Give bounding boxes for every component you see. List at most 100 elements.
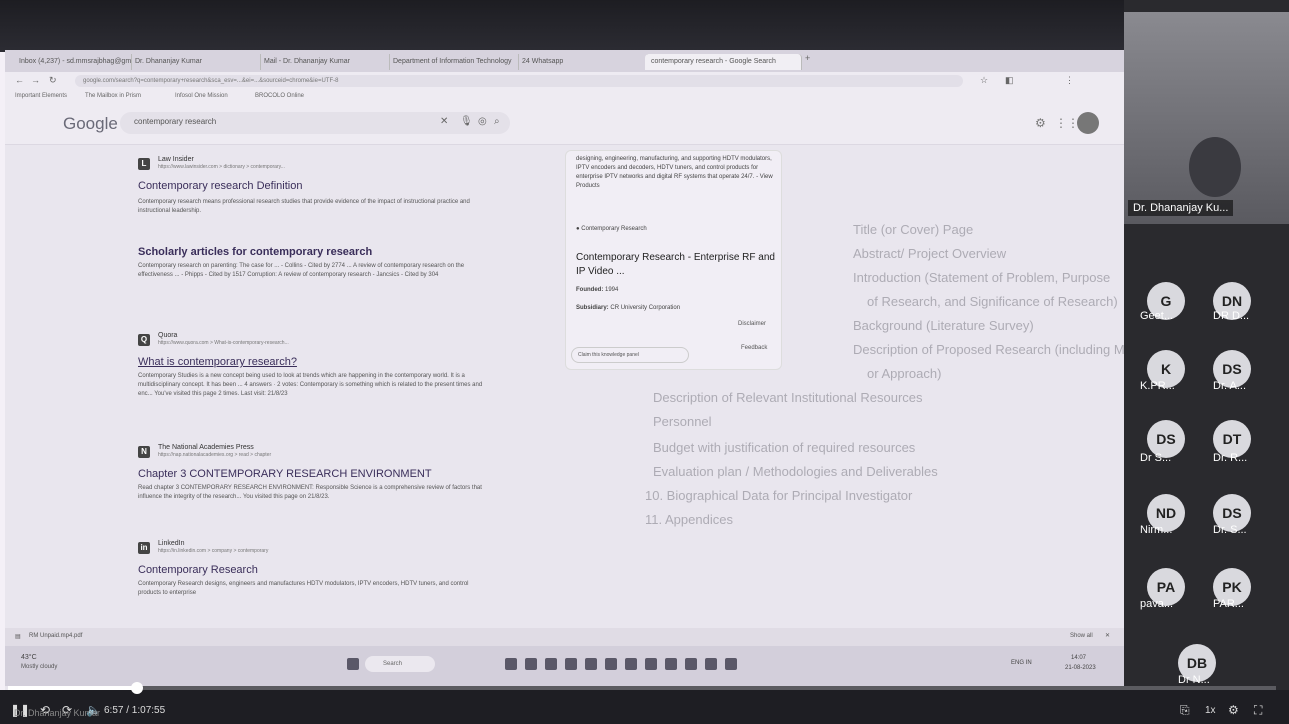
kp-claim-button[interactable]: Claim this knowledge panel: [571, 347, 689, 363]
top-frame: [0, 0, 1289, 52]
slide-line: Description of Proposed Research (includ…: [853, 342, 1125, 357]
slide-line: Title (or Cover) Page: [853, 222, 974, 237]
browser-tab[interactable]: Dr. Dhananjay Kumar: [129, 54, 261, 70]
kp-site[interactable]: ● Contemporary Research: [576, 226, 647, 232]
clear-icon[interactable]: ✕: [440, 116, 448, 127]
kp-disclaimer[interactable]: Disclaimer: [738, 321, 766, 327]
bookmark-item[interactable]: BROCOLO Online: [255, 93, 304, 99]
address-bar: ← → ↻ google.com/search?q=contemporary+r…: [5, 72, 1125, 90]
video-player-bar: [0, 690, 1289, 724]
search-query[interactable]: contemporary research: [134, 117, 216, 126]
account-avatar[interactable]: [1077, 112, 1099, 134]
kp-feedback[interactable]: Feedback: [741, 345, 767, 351]
browser-tab[interactable]: Mail - Dr. Dhananjay Kumar: [258, 54, 390, 70]
result-snippet: Contemporary Studies is a new concept be…: [138, 373, 483, 397]
url-field[interactable]: google.com/search?q=contemporary+researc…: [75, 75, 963, 87]
taskbar-app-icon[interactable]: [685, 658, 697, 670]
extensions-icon[interactable]: ◧: [1005, 75, 1014, 86]
slide-line: Background (Literature Survey): [853, 318, 1034, 333]
mic-icon[interactable]: 🎙: [460, 116, 473, 127]
result-title[interactable]: Chapter 3 CONTEMPORARY RESEARCH ENVIRONM…: [138, 468, 432, 480]
slide-line: Personnel: [653, 414, 712, 429]
law-insider-icon: L: [138, 158, 150, 170]
taskbar-app-icon[interactable]: [665, 658, 677, 670]
captions-icon[interactable]: ⎘: [1180, 703, 1190, 718]
download-file[interactable]: RM Unpaid.mp4.pdf: [29, 633, 82, 639]
participant-name: PAR...: [1213, 598, 1244, 610]
participant-name: Geet...: [1140, 310, 1174, 322]
show-all-link[interactable]: Show all: [1070, 633, 1093, 639]
result-title[interactable]: What is contemporary research?: [138, 356, 297, 368]
slide-line: Description of Relevant Institutional Re…: [653, 390, 923, 405]
kp-subsidiary: Subsidiary: CR University Corporation: [576, 305, 680, 311]
browser-tab-active[interactable]: contemporary research - Google Search: [645, 54, 802, 70]
google-logo[interactable]: Google: [63, 114, 118, 134]
close-icon[interactable]: ✕: [1105, 632, 1110, 639]
kp-founded: Founded: 1994: [576, 287, 618, 293]
participant-name: DR D...: [1213, 310, 1250, 322]
kp-title[interactable]: Contemporary Research - Enterprise RF an…: [576, 251, 776, 279]
shared-screen: Inbox (4,237) - sd.mmsrajbhag@gmail.com …: [5, 50, 1125, 690]
result-site[interactable]: Quora: [158, 332, 177, 339]
reload-icon[interactable]: ↻: [49, 75, 57, 86]
quora-icon: Q: [138, 334, 150, 346]
menu-icon[interactable]: ⋮: [1065, 75, 1074, 86]
taskbar-date[interactable]: 21-08-2023: [1065, 665, 1096, 671]
result-title[interactable]: Contemporary research Definition: [138, 180, 302, 192]
back-icon[interactable]: ←: [15, 75, 24, 85]
presenter-name: Dr. Dhananjay Kumar: [14, 708, 101, 718]
kp-founded-value: 1994: [605, 287, 619, 293]
speaker-video[interactable]: [1124, 12, 1289, 224]
result-site[interactable]: Law Insider: [158, 156, 194, 163]
result-snippet: Read chapter 3 CONTEMPORARY RESEARCH ENV…: [138, 485, 482, 500]
bookmark-item[interactable]: Important Elements: [15, 93, 67, 99]
taskbar-time[interactable]: 14:07: [1071, 655, 1086, 661]
participant-name: Nirm...: [1140, 524, 1173, 536]
search-icon[interactable]: ⌕: [494, 116, 500, 127]
star-icon[interactable]: ☆: [980, 75, 988, 86]
result-url[interactable]: https://www.quora.com > What-is-contempo…: [158, 340, 289, 346]
result-title[interactable]: Contemporary Research: [138, 564, 258, 576]
taskbar-app-icon[interactable]: [585, 658, 597, 670]
taskbar-app-icon[interactable]: [705, 658, 717, 670]
result-title[interactable]: Scholarly articles for contemporary rese…: [138, 246, 372, 258]
taskbar-app-icon[interactable]: [525, 658, 537, 670]
result-site[interactable]: The National Academies Press: [158, 444, 254, 451]
result-url[interactable]: https://www.lawinsider.com > dictionary …: [158, 164, 285, 170]
lens-icon[interactable]: ◎: [478, 116, 487, 127]
progress-bar[interactable]: [8, 682, 1276, 694]
slide-line: 11. Appendices: [645, 512, 733, 527]
playback-speed[interactable]: 1x: [1205, 705, 1216, 716]
taskbar-search[interactable]: Search: [365, 656, 435, 672]
speaker-head: [1189, 137, 1241, 197]
weather-desc: Mostly cloudy: [21, 664, 58, 670]
bookmark-item[interactable]: Infosol One Mission: [175, 93, 228, 99]
taskbar-app-icon[interactable]: [725, 658, 737, 670]
taskbar-app-icon[interactable]: [565, 658, 577, 670]
browser-tab[interactable]: Department of Information Technology: [387, 54, 519, 70]
taskbar-app-icon[interactable]: [645, 658, 657, 670]
start-icon[interactable]: [347, 658, 359, 670]
taskbar-app-icon[interactable]: [545, 658, 557, 670]
settings-icon[interactable]: ⚙: [1228, 703, 1239, 717]
taskbar-language[interactable]: ENG IN: [1011, 660, 1032, 666]
taskbar-app-icon[interactable]: [605, 658, 617, 670]
apps-icon[interactable]: ⋮⋮: [1055, 116, 1079, 130]
settings-icon[interactable]: ⚙: [1035, 116, 1046, 130]
search-box[interactable]: contemporary research ✕ 🎙 ◎ ⌕: [120, 112, 510, 134]
kp-subsidiary-value[interactable]: CR University Corporation: [610, 305, 680, 311]
result-url[interactable]: https://in.linkedin.com > company > cont…: [158, 548, 268, 554]
weather-temp[interactable]: 43°C: [21, 654, 37, 661]
fullscreen-icon[interactable]: ⛶: [1254, 703, 1262, 718]
new-tab-icon[interactable]: +: [805, 53, 810, 63]
taskbar-app-icon[interactable]: [505, 658, 517, 670]
bookmark-item[interactable]: The Mailbox in Prism: [85, 93, 141, 99]
forward-icon[interactable]: →: [31, 75, 40, 85]
result-site[interactable]: LinkedIn: [158, 540, 184, 547]
taskbar-search-label: Search: [383, 661, 403, 667]
browser-tab[interactable]: 24 Whatsapp: [516, 54, 648, 70]
taskbar-app-icon[interactable]: [625, 658, 637, 670]
result-url[interactable]: https://nap.nationalacademies.org > read…: [158, 452, 271, 458]
kp-site-name[interactable]: Contemporary Research: [581, 226, 646, 232]
browser-tab[interactable]: Inbox (4,237) - sd.mmsrajbhag@gmail.com: [13, 54, 132, 70]
